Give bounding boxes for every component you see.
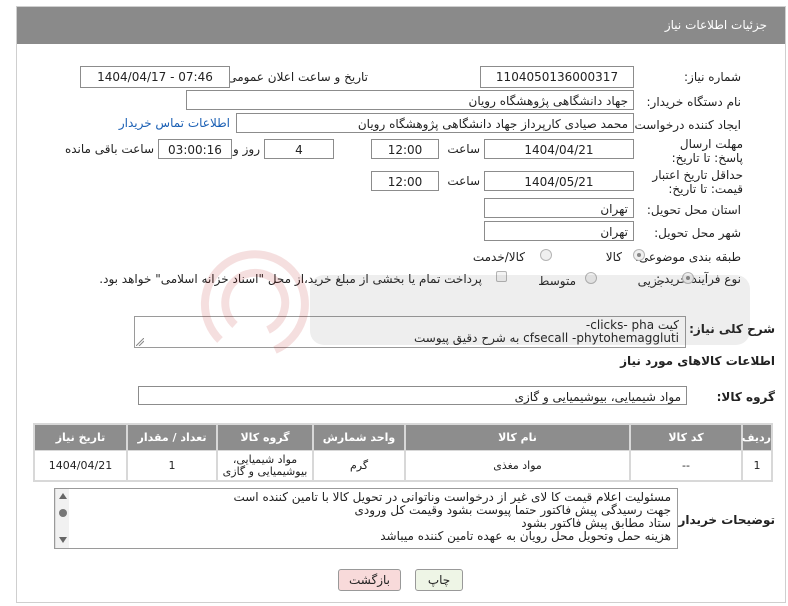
buyer-notes-textarea[interactable]: مسئولیت اعلام قیمت کا لای غیر از درخواست… [54,488,678,549]
col-unit: واحد شمارش [314,425,404,450]
cell-date: 1404/04/21 [35,451,126,480]
print-button[interactable]: چاپ [415,569,463,591]
process-label: نوع فرآیند خرید : [656,272,741,286]
goods-info-title: اطلاعات کالاهای مورد نیاز [620,354,775,368]
process-partial-label: جزیی [637,274,665,288]
table-row: 1 [743,451,771,480]
col-row: ردیف [742,425,771,450]
deadline-date-field[interactable]: 1404/04/21 [484,139,634,159]
panel-header: جزئیات اطلاعات نیاز [17,7,785,44]
need-number-field[interactable]: 1104050136000317 [480,66,634,88]
price-validity-time-field[interactable]: 12:00 [371,171,439,191]
process-medium-label: متوسط [538,274,576,288]
cell-unit: گرم [314,451,404,480]
need-number-label: شماره نیاز: [684,70,741,84]
deadline-time-word: ساعت [447,142,480,156]
buyer-notes-label: توضیحات خریدار: [673,513,775,527]
category-label: طبقه بندی موضوعی: [634,250,741,264]
goods-table: ردیف کد کالا نام کالا واحد شمارش گروه کا… [33,423,773,482]
creator-label: ایجاد کننده درخواست: [630,118,741,132]
city-label: شهر محل تحویل: [654,226,741,240]
buyer-org-field[interactable]: جهاد دانشگاهی پژوهشگاه رویان [186,90,634,110]
scroll-up-icon[interactable] [58,492,68,500]
page-title: جزئیات اطلاعات نیاز [664,18,767,32]
resize-grip-icon[interactable] [136,338,144,346]
province-label: استان محل تحویل: [646,203,741,217]
goods-group-field[interactable]: مواد شیمیایی، بیوشیمیایی و گازی [138,386,687,405]
process-medium-radio[interactable] [585,272,597,284]
cell-group: مواد شیمیایی، بیوشیمیایی و گازی [218,451,312,480]
category-goods-label: کالا [605,250,622,264]
treasury-payment-checkbox[interactable] [496,271,507,282]
price-validity-label: حداقل تاریخ اعتبار قیمت: تا تاریخ: [652,168,743,196]
scroll-down-icon[interactable] [58,536,68,544]
price-validity-time-word: ساعت [447,174,480,188]
col-code: کد کالا [631,425,741,450]
province-field[interactable]: تهران [484,198,634,218]
buyer-note-line-4: هزینه حمل وتحویل محل رویان به عهده تامین… [380,529,671,543]
category-goods-radio[interactable] [633,249,645,261]
col-name: نام کالا [406,425,629,450]
category-goods-service-radio[interactable] [540,249,552,261]
days-word: روز و [233,142,260,156]
process-partial-radio[interactable] [682,272,694,284]
description-textarea[interactable]: کیت clicks- pha- cfsecall -phytohemagglu… [134,316,686,348]
buyer-contact-link[interactable]: اطلاعات تماس خریدار [119,116,230,130]
cell-name: مواد مغذی [406,451,629,480]
notes-scrollbar[interactable] [55,489,69,548]
announce-date-label: تاریخ و ساعت اعلان عمومی: [223,70,368,84]
col-qty: تعداد / مقدار [128,425,216,450]
creator-field[interactable]: محمد صیادی کارپرداز جهاد دانشگاهی پژوهشگ… [236,113,634,133]
deadline-label: مهلت ارسال پاسخ: تا تاریخ: [671,137,743,165]
days-remaining-field[interactable]: 4 [264,139,334,159]
cell-qty: 1 [128,451,216,480]
description-label: شرح کلی نیاز: [689,322,775,336]
scroll-thumb-icon[interactable] [58,508,68,518]
time-remaining-field[interactable]: 03:00:16 [158,139,232,159]
back-button[interactable]: بازگشت [338,569,401,591]
buyer-org-label: نام دستگاه خریدار: [646,95,742,109]
city-field[interactable]: تهران [484,221,634,241]
col-date: تاریخ نیاز [35,425,126,450]
treasury-payment-note: پرداخت تمام یا بخشی از مبلغ خرید،از محل … [99,272,482,286]
announce-date-field[interactable]: 1404/04/17 - 07:46 [80,66,230,88]
col-group: گروه کالا [218,425,312,450]
price-validity-date-field[interactable]: 1404/05/21 [484,171,634,191]
description-line-2: cfsecall -phytohemaggluti به شرح دقیق پی… [413,331,679,345]
category-goods-service-label: کالا/خدمت [472,250,525,264]
cell-code: -- [631,451,741,480]
goods-group-label: گروه کالا: [716,390,775,404]
deadline-time-field[interactable]: 12:00 [371,139,439,159]
time-remaining-word: ساعت باقی مانده [64,142,154,156]
